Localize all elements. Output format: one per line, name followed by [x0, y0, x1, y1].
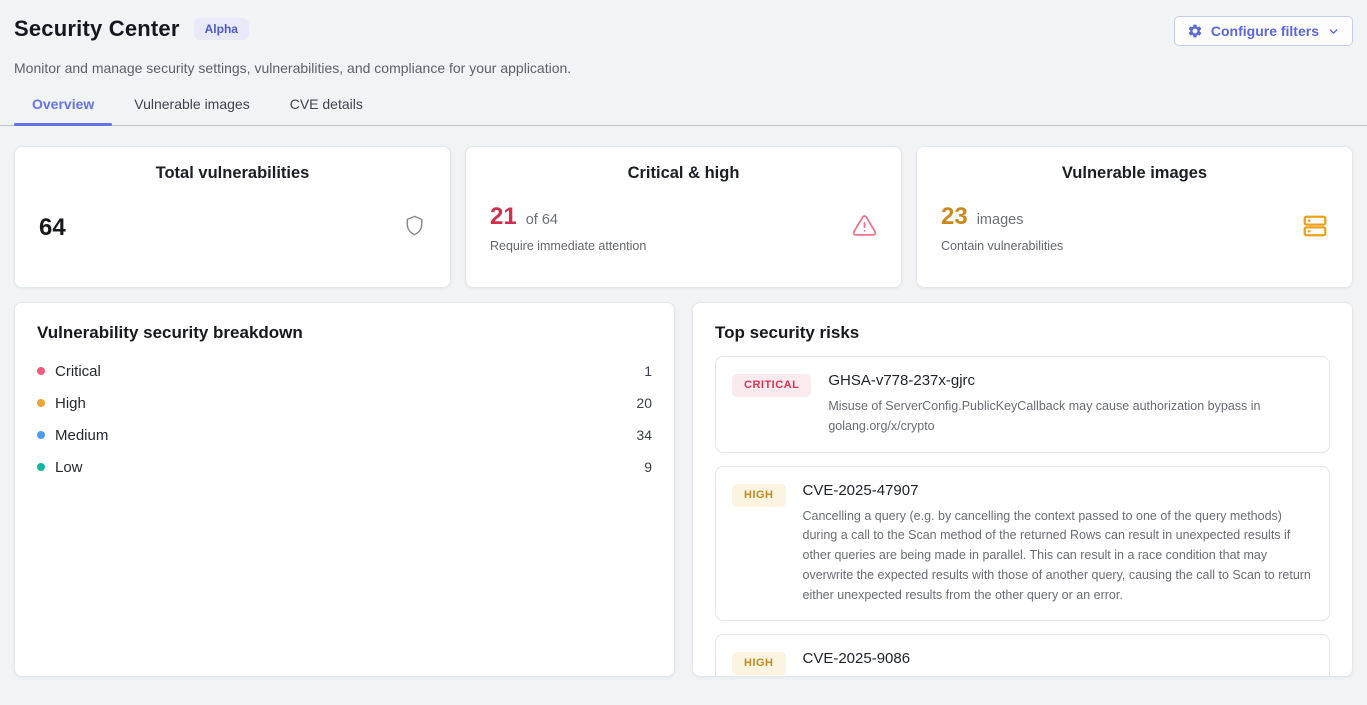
risk-description: Misuse of ServerConfig.PublicKeyCallback…: [828, 397, 1313, 437]
page-header: Security Center Alpha Configure filters …: [0, 0, 1367, 76]
warning-triangle-icon: [852, 213, 877, 243]
critical-high-description: Require immediate attention: [490, 239, 646, 253]
total-vulnerabilities-value: 64: [39, 214, 66, 242]
severity-value: 20: [636, 395, 652, 411]
tab-cve-details[interactable]: CVE details: [272, 86, 381, 125]
vulnerable-images-value: 23: [941, 203, 968, 231]
vulnerable-images-suffix: images: [977, 212, 1024, 228]
tab-bar: Overview Vulnerable images CVE details: [0, 86, 1367, 126]
severity-label: High: [55, 395, 86, 412]
configure-filters-label: Configure filters: [1211, 23, 1319, 39]
critical-high-suffix: of 64: [526, 212, 558, 228]
stat-card-title: Critical & high: [490, 164, 877, 183]
severity-value: 34: [636, 427, 652, 443]
chevron-down-icon: [1327, 25, 1340, 38]
breakdown-row-high: High 20: [37, 387, 652, 419]
stat-card-title: Vulnerable images: [941, 164, 1328, 183]
vulnerable-images-description: Contain vulnerabilities: [941, 239, 1063, 253]
breakdown-row-low: Low 9: [37, 451, 652, 483]
critical-dot-icon: [37, 367, 45, 375]
shield-icon: [403, 214, 426, 242]
risk-item-cve-2025-47907[interactable]: HIGH CVE-2025-47907 Cancelling a query (…: [715, 466, 1330, 622]
severity-value: 1: [644, 363, 652, 379]
low-dot-icon: [37, 463, 45, 471]
severity-label: Critical: [55, 363, 101, 380]
page-title: Security Center: [14, 16, 180, 42]
severity-badge: CRITICAL: [732, 374, 811, 397]
breakdown-row-medium: Medium 34: [37, 419, 652, 451]
total-vulnerabilities-card: Total vulnerabilities 64: [14, 146, 451, 288]
breakdown-row-critical: Critical 1: [37, 355, 652, 387]
critical-high-card: Critical & high 21 of 64 Require immedia…: [465, 146, 902, 288]
security-center-page: Security Center Alpha Configure filters …: [0, 0, 1367, 705]
severity-label: Low: [55, 459, 83, 476]
vulnerability-breakdown-panel: Vulnerability security breakdown Critica…: [14, 302, 675, 677]
gear-icon: [1187, 23, 1203, 39]
server-icon: [1302, 213, 1328, 244]
severity-list: Critical 1 High 20 Medium 34: [37, 355, 652, 483]
risk-item-ghsa-v778[interactable]: CRITICAL GHSA-v778-237x-gjrc Misuse of S…: [715, 356, 1330, 453]
alpha-badge: Alpha: [194, 18, 249, 40]
tab-overview[interactable]: Overview: [14, 86, 112, 125]
overview-content: Total vulnerabilities 64 Critical: [0, 126, 1367, 677]
tab-vulnerable-images[interactable]: Vulnerable images: [116, 86, 267, 125]
risk-list: CRITICAL GHSA-v778-237x-gjrc Misuse of S…: [715, 356, 1330, 677]
critical-high-value: 21: [490, 203, 517, 231]
risk-item-cve-2025-9086[interactable]: HIGH CVE-2025-9086: [715, 634, 1330, 677]
risk-id: GHSA-v778-237x-gjrc: [828, 372, 1313, 389]
panels-row: Vulnerability security breakdown Critica…: [14, 302, 1353, 677]
medium-dot-icon: [37, 431, 45, 439]
top-security-risks-panel: Top security risks CRITICAL GHSA-v778-23…: [692, 302, 1353, 677]
breakdown-title: Vulnerability security breakdown: [37, 323, 652, 343]
high-dot-icon: [37, 399, 45, 407]
risk-id: CVE-2025-47907: [803, 482, 1314, 499]
stat-card-title: Total vulnerabilities: [39, 164, 426, 183]
risk-id: CVE-2025-9086: [803, 650, 911, 667]
page-subtitle: Monitor and manage security settings, vu…: [14, 60, 1353, 76]
risk-description: Cancelling a query (e.g. by cancelling t…: [803, 507, 1314, 606]
severity-badge: HIGH: [732, 652, 786, 675]
stats-row: Total vulnerabilities 64 Critical: [14, 146, 1353, 288]
severity-label: Medium: [55, 427, 108, 444]
severity-value: 9: [644, 459, 652, 475]
top-risks-title: Top security risks: [715, 323, 1330, 343]
configure-filters-button[interactable]: Configure filters: [1174, 16, 1353, 46]
severity-badge: HIGH: [732, 484, 786, 507]
vulnerable-images-card: Vulnerable images 23 images Contain vuln…: [916, 146, 1353, 288]
